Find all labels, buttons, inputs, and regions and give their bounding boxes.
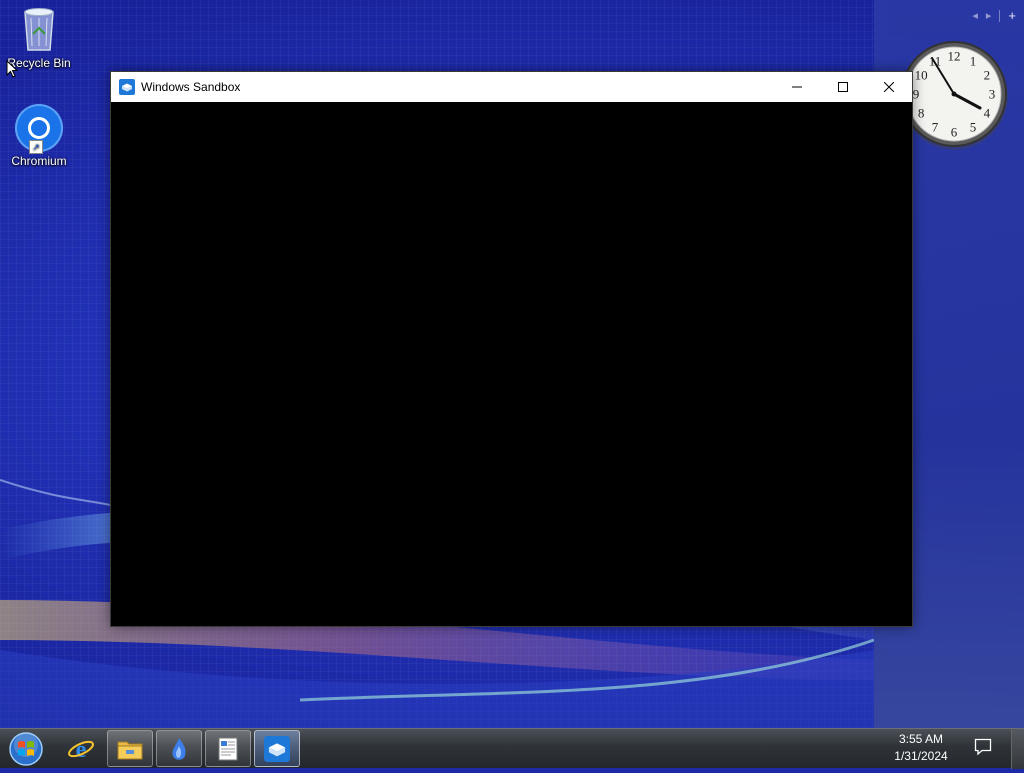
sidebar-separator [999, 9, 1001, 22]
show-desktop-button[interactable] [1011, 729, 1024, 769]
windows-sandbox-icon [264, 735, 290, 762]
clock-numeral: 12 [948, 49, 961, 64]
taskbar-time: 3:55 AM [898, 732, 944, 746]
maximize-icon [838, 82, 848, 92]
maximize-button[interactable] [820, 72, 866, 102]
clock-numeral: 1 [970, 54, 977, 69]
start-button[interactable] [6, 730, 48, 768]
sidebar-add-gadget-button[interactable]: + [1008, 8, 1016, 23]
desktop-icon-chromium[interactable]: ↗ Chromium [1, 104, 77, 168]
document-icon [218, 737, 238, 760]
shortcut-arrow-icon: ↗ [29, 140, 43, 154]
taskbar-internet-explorer[interactable]: e [58, 730, 104, 767]
clock-numeral: 10 [915, 68, 928, 83]
clock-numeral: 9 [913, 87, 920, 102]
minimize-icon [792, 86, 802, 88]
clock-numeral: 7 [932, 119, 939, 134]
taskbar-wordpad[interactable] [205, 730, 251, 767]
sidebar-prev-button[interactable]: ◂ [972, 9, 978, 22]
taskbar-windows-sandbox[interactable] [254, 730, 300, 767]
chromium-icon: ↗ [15, 104, 63, 154]
taskbar-date: 1/31/2024 [894, 749, 948, 763]
close-icon [884, 82, 894, 92]
taskbar-app-blue[interactable] [156, 730, 202, 767]
recycle-bin-icon [24, 8, 54, 51]
taskbar: e 3:55 AM 1/31/2024 [0, 728, 1024, 769]
blue-flame-icon [172, 737, 186, 760]
taskbar-clock[interactable]: 3:55 AM 1/31/2024 [886, 731, 956, 765]
sidebar-next-button[interactable]: ▸ [986, 9, 992, 22]
sidebar-controls: ◂ ▸ + [972, 8, 1016, 23]
svg-text:e: e [76, 737, 87, 763]
window-controls [774, 72, 912, 102]
window-titlebar[interactable]: Windows Sandbox [111, 72, 912, 102]
clock-numeral: 6 [951, 125, 958, 140]
minimize-button[interactable] [774, 72, 820, 102]
mouse-cursor-icon [6, 60, 18, 78]
sandbox-display-area[interactable] [111, 102, 912, 626]
clock-numeral: 2 [984, 68, 991, 83]
clock-numeral: 8 [918, 106, 925, 121]
clock-numeral: 5 [970, 119, 977, 134]
folder-icon [117, 741, 143, 759]
close-button[interactable] [866, 72, 912, 102]
windows-sandbox-window[interactable]: Windows Sandbox [110, 71, 913, 627]
window-title: Windows Sandbox [141, 80, 241, 94]
ie-icon: e [68, 737, 94, 763]
clock-gadget[interactable]: 121234567891011 [898, 36, 1010, 156]
windows-sandbox-icon [119, 79, 135, 95]
analog-clock-icon: 121234567891011 [900, 41, 1008, 150]
action-center-button[interactable] [974, 738, 992, 761]
windows-start-orb-icon [9, 732, 43, 766]
chromium-label: Chromium [11, 154, 67, 168]
clock-numeral: 3 [989, 87, 996, 102]
taskbar-file-explorer[interactable] [107, 730, 153, 767]
clock-numeral: 4 [984, 106, 991, 121]
notification-icon [974, 738, 992, 756]
